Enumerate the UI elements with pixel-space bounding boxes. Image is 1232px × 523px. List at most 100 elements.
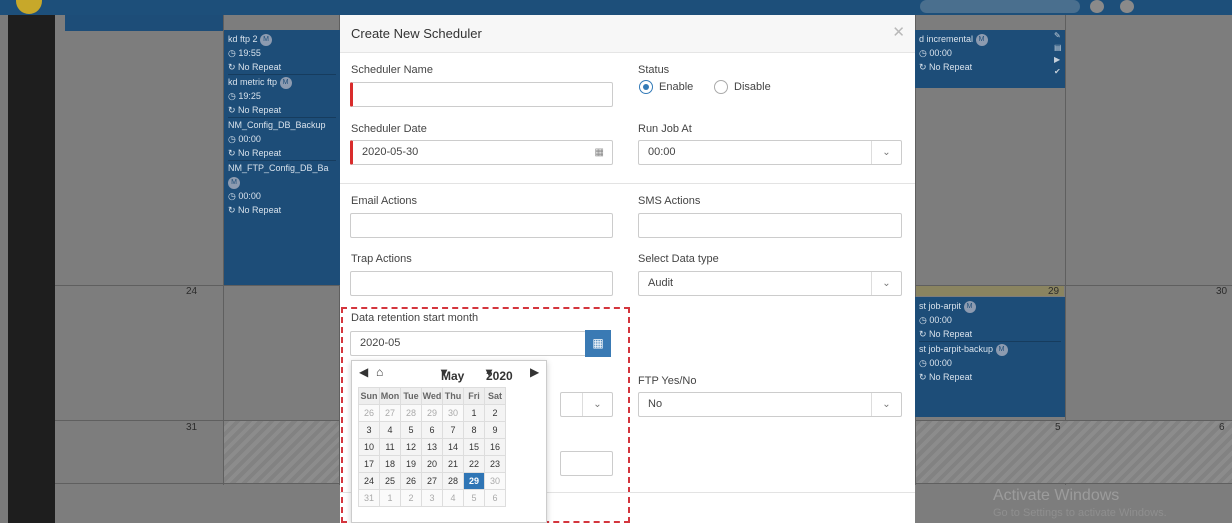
hidden-input[interactable] bbox=[560, 451, 613, 476]
home-icon[interactable]: ⌂ bbox=[376, 365, 383, 379]
sms-actions-input[interactable] bbox=[638, 213, 902, 238]
weekday-header: Fri bbox=[463, 387, 485, 405]
calendar-event[interactable]: d incremental M ◷ 00:00 ↻ No Repeat ✎ ▤ ▶ ✔ bbox=[915, 30, 1065, 88]
topbar-search[interactable] bbox=[920, 0, 1080, 13]
calendar-event[interactable]: NM_FTP_Config_DB_Ba M ◷ 00:00 ↻ No Repea… bbox=[228, 161, 336, 217]
day-cell[interactable]: 14 bbox=[442, 438, 464, 456]
day-cell[interactable]: 3 bbox=[421, 489, 443, 507]
day-cell[interactable]: 28 bbox=[442, 472, 464, 490]
day-cell[interactable]: 31 bbox=[358, 489, 380, 507]
day-cell[interactable]: 27 bbox=[421, 472, 443, 490]
day-cell[interactable]: 6 bbox=[421, 421, 443, 439]
day-cell[interactable]: 12 bbox=[400, 438, 422, 456]
data-type-label: Select Data type bbox=[638, 253, 719, 265]
day-cell[interactable]: 27 bbox=[379, 404, 401, 422]
m-badge-icon: M bbox=[279, 76, 292, 89]
day-cell[interactable]: 20 bbox=[421, 455, 443, 473]
app-topbar bbox=[0, 0, 1232, 15]
data-type-select[interactable]: Audit ⌄ bbox=[638, 271, 902, 296]
day-cell[interactable]: 26 bbox=[400, 472, 422, 490]
email-actions-input[interactable] bbox=[350, 213, 613, 238]
modal-header: Create New Scheduler ✕ bbox=[340, 15, 915, 53]
weekday-header: Mon bbox=[379, 387, 401, 405]
datepicker-grid: Sun Mon Tue Wed Thu Fri Sat 26 27 28 29 … bbox=[358, 387, 506, 507]
day-cell[interactable]: 13 bbox=[421, 438, 443, 456]
app-logo bbox=[16, 0, 42, 14]
topbar-user-icon[interactable] bbox=[1090, 0, 1104, 13]
calendar-event[interactable]: st job-arpit-backup M ◷ 00:00 ↻ No Repea… bbox=[919, 342, 1061, 384]
day-cell[interactable]: 18 bbox=[379, 455, 401, 473]
calendar-icon[interactable]: ▦ bbox=[595, 141, 604, 164]
day-cell[interactable]: 5 bbox=[463, 489, 485, 507]
day-cell[interactable]: 30 bbox=[484, 472, 506, 490]
day-cell[interactable]: 30 bbox=[442, 404, 464, 422]
windows-watermark: Activate Windows Go to Settings to activ… bbox=[993, 487, 1167, 519]
watermark-title: Activate Windows bbox=[993, 487, 1120, 504]
retention-month-input[interactable]: 2020-05 bbox=[350, 331, 586, 356]
day-cell[interactable]: 21 bbox=[442, 455, 464, 473]
day-cell[interactable]: 24 bbox=[358, 472, 380, 490]
weekday-header: Thu bbox=[442, 387, 464, 405]
day-cell[interactable]: 1 bbox=[463, 404, 485, 422]
close-icon[interactable]: ✕ bbox=[892, 23, 905, 41]
day-cell[interactable]: 29 bbox=[421, 404, 443, 422]
status-label: Status bbox=[638, 64, 670, 76]
day-cell[interactable]: 8 bbox=[463, 421, 485, 439]
status-disable-radio[interactable]: Disable bbox=[714, 80, 771, 94]
m-badge-icon: M bbox=[975, 33, 988, 46]
day-cell-selected[interactable]: 29 bbox=[463, 472, 485, 490]
month-select[interactable]: May ▾ bbox=[441, 365, 464, 383]
day-cell[interactable]: 4 bbox=[442, 489, 464, 507]
chevron-down-icon: ⌄ bbox=[871, 393, 901, 416]
day-cell[interactable]: 16 bbox=[484, 438, 506, 456]
day-cell[interactable]: 11 bbox=[379, 438, 401, 456]
ftp-select[interactable]: No ⌄ bbox=[638, 392, 902, 417]
day-cell[interactable]: 17 bbox=[358, 455, 380, 473]
m-badge-icon: M bbox=[260, 33, 273, 46]
run-job-at-select[interactable]: 00:00 ⌄ bbox=[638, 140, 902, 165]
year-select[interactable]: 2020 ▾ bbox=[486, 365, 513, 383]
day-number: 29 bbox=[1048, 286, 1060, 297]
scheduler-date-input[interactable]: 2020-05-30 ▦ bbox=[350, 140, 613, 165]
event-action-icons[interactable]: ✎ ▤ ▶ ✔ bbox=[1054, 30, 1062, 78]
prev-month-icon[interactable]: ◀ bbox=[359, 365, 368, 379]
status-enable-radio[interactable]: Enable bbox=[639, 80, 693, 94]
month-datepicker: ◀ ⌂ May ▾ 2020 ▾ ▶ Sun Mon Tue Wed Thu F… bbox=[351, 360, 547, 523]
day-cell[interactable]: 28 bbox=[400, 404, 422, 422]
chevron-down-icon: ⌄ bbox=[871, 141, 901, 164]
day-cell[interactable]: 19 bbox=[400, 455, 422, 473]
day-cell[interactable]: 23 bbox=[484, 455, 506, 473]
day-cell[interactable]: 1 bbox=[379, 489, 401, 507]
calendar-event[interactable]: NM_Config_DB_Backup ◷ 00:00 ↻ No Repeat bbox=[228, 118, 336, 161]
topbar-settings-icon[interactable] bbox=[1120, 0, 1134, 13]
day-cell[interactable]: 7 bbox=[442, 421, 464, 439]
day-cell[interactable]: 10 bbox=[358, 438, 380, 456]
next-month-icon[interactable]: ▶ bbox=[530, 365, 539, 379]
day-cell[interactable]: 3 bbox=[358, 421, 380, 439]
calendar-event[interactable]: st job-arpit M ◷ 00:00 ↻ No Repeat bbox=[919, 299, 1061, 342]
watermark-subtitle: Go to Settings to activate Windows. bbox=[993, 507, 1167, 519]
calendar-event[interactable]: kd metric ftp M ◷ 19:25 ↻ No Repeat bbox=[228, 75, 336, 118]
scheduler-name-input[interactable] bbox=[350, 82, 613, 107]
day-cell[interactable]: 26 bbox=[358, 404, 380, 422]
day-number: 5 bbox=[1055, 422, 1061, 433]
day-cell[interactable]: 22 bbox=[463, 455, 485, 473]
scheduler-date-label: Scheduler Date bbox=[351, 123, 427, 135]
day-cell[interactable]: 5 bbox=[400, 421, 422, 439]
day-cell[interactable]: 25 bbox=[379, 472, 401, 490]
day-cell[interactable]: 4 bbox=[379, 421, 401, 439]
day-cell[interactable]: 6 bbox=[484, 489, 506, 507]
calendar-icon[interactable]: ▦ bbox=[585, 330, 611, 357]
day-cell[interactable]: 15 bbox=[463, 438, 485, 456]
day-cell[interactable]: 2 bbox=[484, 404, 506, 422]
calendar-event[interactable]: kd ftp 2 M ◷ 19:55 ↻ No Repeat bbox=[228, 32, 336, 75]
day-cell[interactable]: 2 bbox=[400, 489, 422, 507]
trap-actions-label: Trap Actions bbox=[351, 253, 412, 265]
modal-title: Create New Scheduler bbox=[351, 26, 482, 41]
day-cell[interactable]: 9 bbox=[484, 421, 506, 439]
hidden-select[interactable]: ⌄ bbox=[560, 392, 613, 417]
trap-actions-input[interactable] bbox=[350, 271, 613, 296]
day-number: 30 bbox=[1216, 286, 1228, 297]
retention-label: Data retention start month bbox=[351, 312, 479, 324]
run-job-at-label: Run Job At bbox=[638, 123, 692, 135]
